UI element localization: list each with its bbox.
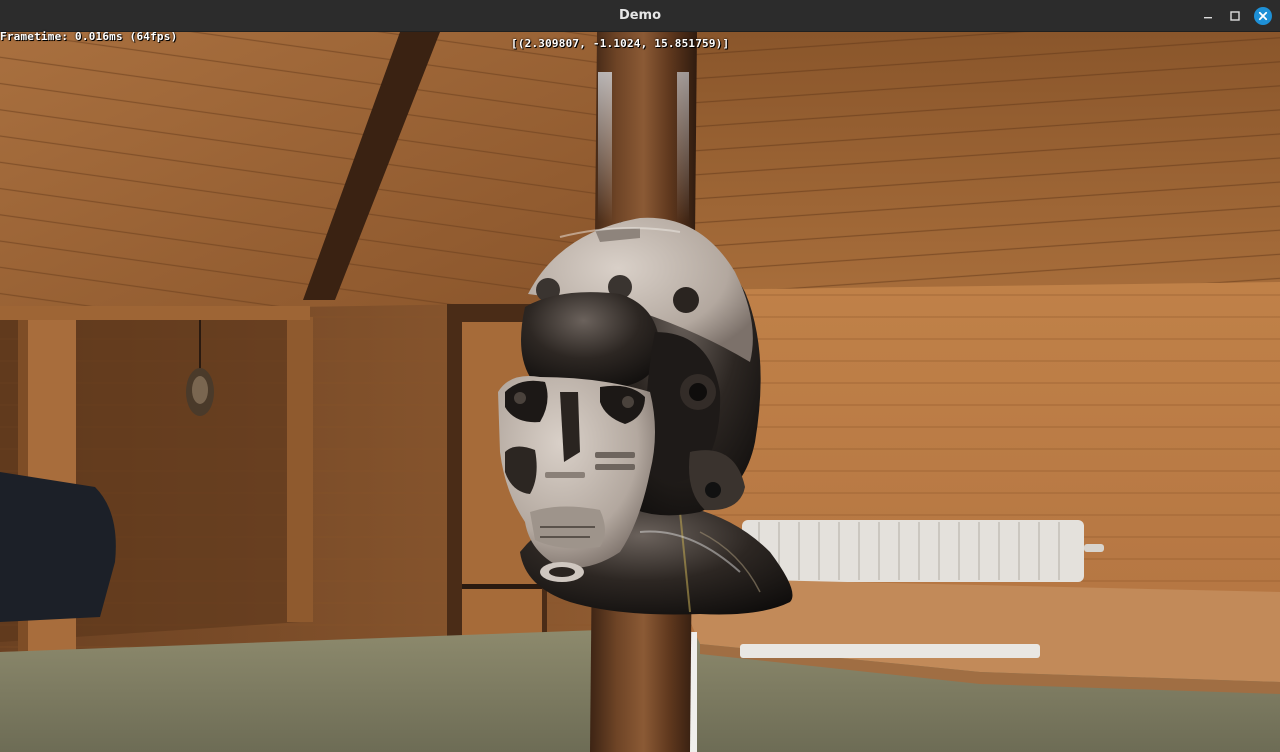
radiator xyxy=(742,520,1104,582)
frametime-readout: Frametime: 0.016ms (64fps) xyxy=(0,30,178,43)
close-button[interactable] xyxy=(1254,7,1272,25)
minimize-button[interactable] xyxy=(1200,8,1216,24)
demo-window: Demo Frametime: 0.016ms (64fps) [(2.3098… xyxy=(0,0,1280,752)
alcove-post xyxy=(287,317,313,622)
window-titlebar[interactable]: Demo xyxy=(0,0,1280,32)
window-title: Demo xyxy=(618,8,662,23)
render-viewport[interactable] xyxy=(0,32,1280,752)
maximize-icon xyxy=(1230,11,1240,21)
close-icon xyxy=(1254,7,1272,25)
camera-position-readout: [(2.309807, -1.1024, 15.851759)] xyxy=(511,37,730,50)
minimize-icon xyxy=(1204,17,1212,19)
dark-chair xyxy=(0,472,116,622)
scene-render xyxy=(0,32,1280,752)
maximize-button[interactable] xyxy=(1227,8,1243,24)
